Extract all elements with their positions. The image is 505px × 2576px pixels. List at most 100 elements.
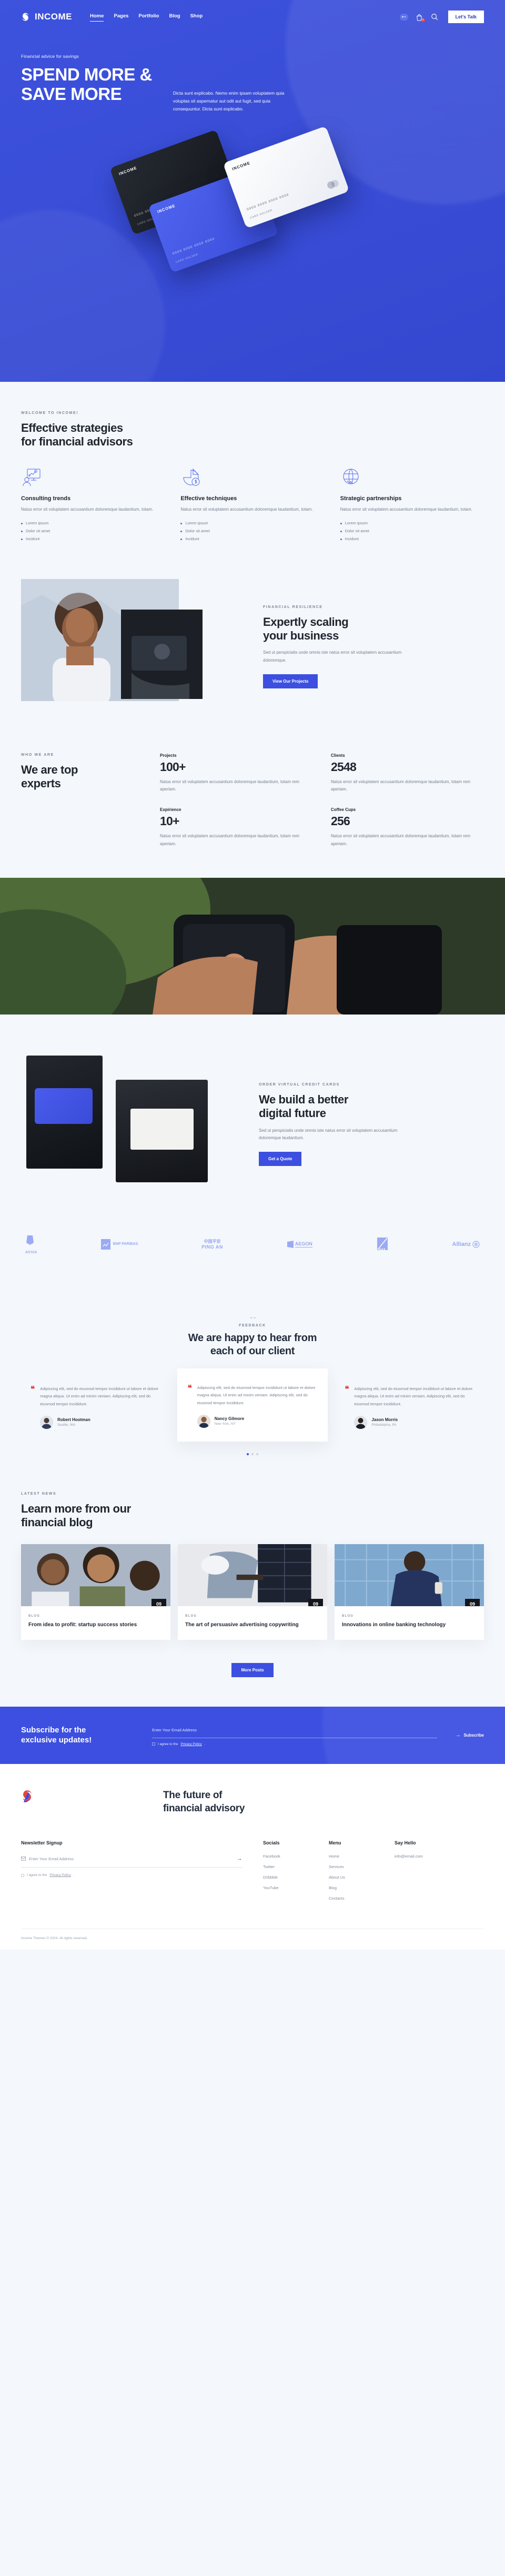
footer-link-email[interactable]: info@email.com: [395, 1854, 439, 1859]
stat-value: 10+: [160, 814, 179, 828]
carousel-dots[interactable]: [21, 1453, 484, 1455]
post-image: 09 JAN: [335, 1544, 484, 1607]
testimonial-name: Robert Hootman: [57, 1417, 90, 1423]
footer-title-line2: financial advisory: [163, 1802, 245, 1814]
mail-icon: [21, 1854, 26, 1863]
post-title[interactable]: From idea to profit: startup success sto…: [28, 1621, 163, 1629]
view-our-projects-button[interactable]: View Our Projects: [263, 674, 318, 688]
future-eyebrow: ORDER VIRTUAL CREDIT CARDS: [259, 1082, 340, 1087]
footer-link-twitter[interactable]: Twitter: [263, 1864, 308, 1869]
nav-item-pages[interactable]: Pages: [114, 13, 128, 21]
feature-list-item: Incidunt: [180, 536, 324, 541]
scaling-title-line2: your business: [263, 628, 339, 642]
post-date-badge: 09 JAN: [152, 1599, 166, 1607]
arrow-right-icon[interactable]: →: [237, 1856, 242, 1862]
consent-checkbox[interactable]: [152, 1742, 155, 1746]
scaling-eyebrow: FINANCIAL RESILIENCE: [263, 605, 323, 609]
brand-logo-pingan: 中国平安 PING AN: [201, 1239, 223, 1250]
footer-column-menu: Menu Home Services About Us Blog Contact…: [329, 1840, 373, 1906]
testimonials-eyebrow: FEEDBACK: [239, 1323, 266, 1327]
footer-link-about-us[interactable]: About Us: [329, 1875, 373, 1880]
brand-name: AEGON: [295, 1241, 312, 1248]
footer-link-contacts[interactable]: Contacts: [329, 1896, 373, 1901]
stat-item: Projects 100+ Natus error sit voluptatem…: [160, 753, 313, 794]
nav-item-home[interactable]: Home: [90, 13, 104, 22]
blog-post-card[interactable]: 09 JAN BLOG Innovations in online bankin…: [335, 1544, 484, 1640]
experts-section: WHO WE ARE We are top experts Projects 1…: [0, 734, 505, 878]
card-brand: INCOME: [231, 160, 251, 171]
hero-eyebrow: Financial advice for savings: [21, 54, 79, 59]
footer-column-heading: Socials: [263, 1840, 280, 1846]
post-category: BLOG: [185, 1615, 197, 1618]
feature-list: Lorem ipsum Dolor sit amet Incidunt: [340, 521, 484, 541]
feature-list-item: Dolor sit amet: [180, 529, 324, 533]
footer-column-heading: Say Hello: [395, 1840, 416, 1846]
blog-post-card[interactable]: 09 JAN BLOG From idea to profit: startup…: [21, 1544, 170, 1640]
avatar: [197, 1414, 210, 1428]
stat-value: 256: [331, 814, 350, 828]
privacy-policy-link[interactable]: Privacy Policy: [49, 1873, 70, 1877]
hero-title: SPEND MORE & SAVE MORE: [21, 65, 152, 104]
stat-value: 100+: [160, 759, 186, 774]
post-title[interactable]: The art of persuasive advertising copywr…: [185, 1621, 320, 1629]
testimonial-grid: ❝ Adipiscing elit, sed do eiusmod tempor…: [21, 1368, 484, 1442]
testimonial-card: ❝ Adipiscing elit, sed do eiusmod tempor…: [21, 1374, 170, 1441]
get-a-quote-button[interactable]: Get a Quote: [259, 1152, 302, 1167]
carousel-dot[interactable]: [256, 1453, 258, 1455]
future-text: ORDER VIRTUAL CREDIT CARDS We build a be…: [259, 1052, 484, 1167]
blog-title-line2: financial blog: [21, 1516, 93, 1529]
card-brand: INCOME: [118, 165, 138, 176]
chevron-down-icon: ⌄⌄: [249, 1314, 257, 1320]
footer-link-facebook[interactable]: Facebook: [263, 1854, 308, 1859]
footer-link-youtube[interactable]: YouTube: [263, 1885, 308, 1890]
blog-title-line1: Learn more from our: [21, 1502, 131, 1515]
footer-link-dribbble[interactable]: Dribbble: [263, 1875, 308, 1880]
strategies-eyebrow: WELCOME TO INCOME!: [21, 411, 79, 415]
phone-photo-band: [0, 877, 505, 1015]
strategies-title-line1: Effective strategies: [21, 421, 123, 434]
blog-grid: 09 JAN BLOG From idea to profit: startup…: [21, 1544, 484, 1640]
footer-logo[interactable]: [21, 1789, 142, 1815]
logo[interactable]: INCOME: [21, 12, 72, 22]
subscribe-title-line1: Subscribe for the: [21, 1725, 86, 1735]
post-image: 09 JAN: [178, 1544, 327, 1607]
scaling-title-line1: Expertly scaling: [263, 615, 349, 628]
nav-item-shop[interactable]: Shop: [190, 13, 203, 21]
logo-text: INCOME: [35, 12, 72, 22]
subscribe-button[interactable]: → Subscribe: [455, 1732, 484, 1738]
privacy-policy-link[interactable]: Privacy Policy: [180, 1742, 201, 1746]
testimonial-name: Jason Morris: [371, 1417, 398, 1423]
pie-chart-dollar-icon: [180, 467, 201, 488]
blog-title: Learn more from our financial blog: [21, 1502, 484, 1530]
account-icon[interactable]: [399, 13, 408, 21]
experts-title-line1: We are top: [21, 763, 78, 776]
post-date-badge: 09 JAN: [308, 1599, 323, 1607]
subscribe-title-line2: exclusive updates!: [21, 1736, 92, 1745]
footer-link-services[interactable]: Services: [329, 1864, 373, 1869]
blog-section: LATEST NEWS Learn more from our financia…: [0, 1476, 505, 1707]
testimonial-card: ❝ Adipiscing elit, sed do eiusmod tempor…: [177, 1368, 328, 1442]
feature-card: Strategic partnerships Natus error sit v…: [340, 467, 484, 544]
experts-heading: WHO WE ARE We are top experts: [21, 753, 142, 848]
consent-checkbox[interactable]: [21, 1873, 24, 1877]
nav-item-blog[interactable]: Blog: [169, 13, 180, 21]
carousel-dot[interactable]: [251, 1453, 254, 1455]
hero-cards: INCOME 0000 0000 0000 0000 CARD HOLDER I…: [21, 121, 484, 295]
subscribe-email-input[interactable]: [152, 1727, 438, 1732]
blog-post-card[interactable]: 09 JAN BLOG The art of persuasive advert…: [178, 1544, 327, 1640]
stat-label: Expirience: [160, 807, 181, 813]
subscribe-consent: I agree to the Privacy Policy .: [152, 1742, 437, 1746]
feature-list-item: Lorem ipsum: [180, 521, 324, 525]
carousel-dot[interactable]: [247, 1453, 249, 1455]
future-text-body: Sed ut perspiciatis unde omnis iste natu…: [259, 1128, 398, 1141]
post-title[interactable]: Innovations in online banking technology: [342, 1621, 477, 1629]
more-posts-button[interactable]: More Posts: [231, 1662, 274, 1677]
footer-link-blog[interactable]: Blog: [329, 1885, 373, 1890]
lets-talk-button[interactable]: Let's Talk: [448, 11, 484, 23]
search-icon[interactable]: [431, 13, 439, 21]
brand-name: PING AN: [201, 1244, 223, 1250]
footer-email-input[interactable]: [29, 1856, 237, 1861]
footer-link-home[interactable]: Home: [329, 1854, 373, 1859]
cart-icon[interactable]: 0: [416, 13, 425, 22]
nav-item-portfolio[interactable]: Portfolio: [138, 13, 159, 21]
